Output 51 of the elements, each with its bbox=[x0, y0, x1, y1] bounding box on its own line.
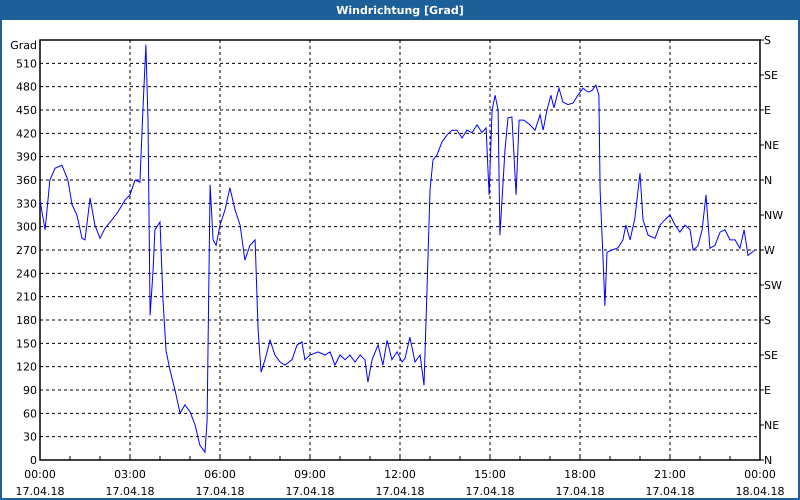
direction-label: NE bbox=[764, 419, 780, 432]
direction-label: N bbox=[764, 174, 772, 187]
x-tick-label: 12:00 bbox=[384, 468, 416, 481]
y-tick-label: 210 bbox=[16, 290, 37, 304]
x-tick-label: 06:00 bbox=[204, 468, 236, 481]
x-tick-date: 17.04.18 bbox=[106, 485, 154, 498]
x-tick-date: 17.04.18 bbox=[16, 485, 64, 498]
direction-label: S bbox=[764, 314, 771, 327]
x-tick-date: 17.04.18 bbox=[646, 485, 694, 498]
x-tick-date: 17.04.18 bbox=[196, 485, 244, 498]
y-tick-label: 90 bbox=[23, 384, 37, 397]
y-tick-label: 150 bbox=[16, 337, 37, 350]
x-tick-date: 17.04.18 bbox=[556, 485, 604, 498]
y-tick-label: 240 bbox=[16, 267, 37, 280]
direction-label: SE bbox=[764, 69, 778, 82]
direction-label: N bbox=[764, 454, 772, 467]
x-tick-date: 18.04.18 bbox=[736, 485, 784, 498]
y-tick-label: 390 bbox=[16, 150, 37, 164]
y-tick-label: 300 bbox=[16, 220, 37, 234]
y-tick-label: 510 bbox=[16, 57, 37, 70]
y-tick-label: 420 bbox=[16, 127, 37, 140]
direction-label: NE bbox=[764, 139, 780, 152]
y-tick-label: 180 bbox=[16, 314, 37, 327]
x-tick-date: 17.04.18 bbox=[466, 485, 514, 498]
y-tick-label: 360 bbox=[16, 174, 37, 187]
x-tick-label: 00:00 bbox=[744, 468, 776, 481]
direction-label: NW bbox=[764, 209, 784, 222]
window-title: Windrichtung [Grad] bbox=[335, 2, 465, 18]
x-tick-date: 17.04.18 bbox=[286, 485, 334, 498]
direction-label: S bbox=[764, 34, 771, 47]
x-tick-date: 17.04.18 bbox=[376, 485, 424, 498]
y-tick-label: 120 bbox=[16, 360, 37, 374]
x-tick-label: 15:00 bbox=[474, 468, 506, 481]
direction-label: E bbox=[764, 384, 771, 397]
x-tick-label: 03:00 bbox=[114, 468, 146, 481]
x-tick-label: 21:00 bbox=[654, 468, 686, 481]
y-tick-label: 270 bbox=[16, 244, 37, 257]
y-tick-label: 330 bbox=[16, 197, 37, 210]
y-tick-label: 30 bbox=[23, 430, 37, 444]
y-tick-label: 480 bbox=[16, 80, 37, 94]
y-axis-title: Grad bbox=[10, 39, 37, 52]
x-tick-label: 18:00 bbox=[564, 468, 596, 481]
direction-label: E bbox=[764, 104, 771, 117]
direction-label: SE bbox=[764, 349, 778, 362]
x-tick-label: 00:00 bbox=[24, 468, 56, 481]
y-tick-label: 60 bbox=[23, 407, 37, 420]
y-tick-label: 450 bbox=[16, 104, 37, 117]
x-tick-label: 09:00 bbox=[294, 468, 326, 481]
y-tick-label: 0 bbox=[30, 454, 37, 467]
direction-label: SW bbox=[764, 279, 782, 292]
direction-label: W bbox=[764, 244, 775, 257]
